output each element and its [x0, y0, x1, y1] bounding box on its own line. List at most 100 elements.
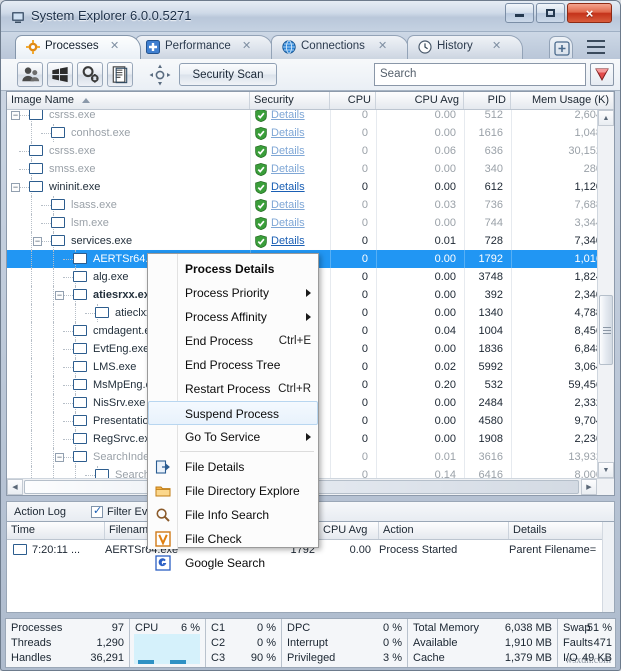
tab-close-icon[interactable]: ✕ [378, 41, 387, 52]
table-row[interactable]: lsass.exe Details 0 0.03 736 7,688 [7, 196, 598, 214]
menu-item-process-details[interactable]: Process Details [149, 257, 319, 281]
details-link[interactable]: Details [271, 110, 305, 124]
details-link[interactable]: Details [271, 142, 305, 160]
process-icon [51, 127, 65, 138]
menu-item-file-details[interactable]: File Details [149, 455, 319, 479]
scroll-thumb-vertical[interactable] [599, 295, 613, 365]
column-header-security[interactable]: Security [250, 92, 330, 109]
table-row[interactable]: csrss.exe Details 0 0.06 636 30,152 [7, 142, 598, 160]
process-icon [73, 379, 87, 390]
status-group-3: DPC 0 % Interrupt 0 % Privileged 3 % [282, 619, 408, 667]
filter-events-checkbox[interactable]: ✓ [91, 505, 103, 518]
process-list-vertical-scrollbar[interactable]: ▲ ▼ [597, 110, 614, 478]
process-icon [73, 415, 87, 426]
close-icon: × [585, 5, 594, 21]
details-link[interactable]: Details [271, 160, 305, 178]
column-header-pid[interactable]: PID [464, 92, 511, 109]
security-scan-button[interactable]: Security Scan [179, 63, 277, 86]
menu-item-label: Process Priority [185, 286, 270, 300]
checkmark-icon: ✓ [93, 505, 103, 517]
modules-button[interactable] [77, 62, 103, 87]
app-window: System Explorer 6.0.0.5271 × Processes ✕ P… [0, 0, 621, 671]
table-row[interactable]: − csrss.exe Details 0 0.00 512 2,604 [7, 110, 598, 124]
action-log-vertical-scrollbar[interactable] [602, 522, 614, 612]
menu-item-go-to-service[interactable]: Go To Service [149, 425, 319, 449]
tab-close-icon[interactable]: ✕ [242, 41, 251, 52]
status-label: C3 [211, 652, 226, 664]
column-header-mem-usage-k[interactable]: Mem Usage (K) [511, 92, 614, 109]
log-column-header-time[interactable]: Time [7, 522, 105, 539]
menu-button[interactable] [587, 40, 605, 54]
tab-close-icon[interactable]: ✕ [110, 41, 119, 52]
log-column-header-details[interactable]: Details [509, 522, 614, 539]
scroll-right-button[interactable]: ▶ [581, 479, 597, 495]
table-row[interactable]: smss.exe Details 0 0.00 340 280 [7, 160, 598, 178]
menu-item-process-priority[interactable]: Process Priority [149, 281, 319, 305]
status-value: 36,291 [90, 652, 124, 664]
tab-processes[interactable]: Processes ✕ [15, 35, 141, 59]
menu-item-end-process-tree[interactable]: End Process Tree [149, 353, 319, 377]
status-label: I/O [563, 652, 578, 664]
menu-item-end-process[interactable]: End Process Ctrl+E [149, 329, 319, 353]
log-column-header-action[interactable]: Action [379, 522, 509, 539]
table-row[interactable]: − services.exe Details 0 0.01 728 7,340 [7, 232, 598, 250]
menu-item-process-affinity[interactable]: Process Affinity [149, 305, 319, 329]
tab-performance[interactable]: Performance ✕ [135, 35, 273, 59]
tab-close-icon[interactable]: ✕ [492, 41, 501, 52]
tree-expander[interactable]: − [11, 111, 20, 120]
new-tab-button[interactable] [549, 36, 573, 58]
cell-pid: 1908 [478, 433, 503, 445]
details-link[interactable]: Details [271, 232, 305, 250]
cell-pid: 532 [484, 379, 503, 391]
details-link[interactable]: Details [271, 196, 305, 214]
users-button[interactable] [17, 62, 43, 87]
windows-button[interactable] [47, 62, 73, 87]
cell-cpu-avg: 0.01 [434, 235, 456, 247]
folder-icon [155, 483, 171, 499]
cell-pid: 3748 [478, 271, 503, 283]
scroll-down-button[interactable]: ▼ [598, 462, 614, 478]
log-column-header-cpu-avg[interactable]: CPU Avg [319, 522, 379, 539]
scroll-up-button[interactable]: ▲ [598, 110, 614, 126]
tab-history[interactable]: History ✕ [407, 35, 523, 59]
scroll-left-button[interactable]: ◀ [7, 479, 23, 495]
details-link[interactable]: Details [271, 214, 305, 232]
table-row[interactable]: lsm.exe Details 0 0.00 744 3,344 [7, 214, 598, 232]
status-label: Available [413, 637, 458, 649]
tree-expander[interactable]: − [33, 237, 42, 246]
details-link[interactable]: Details [271, 178, 305, 196]
details-button[interactable] [107, 62, 133, 87]
crosshair-icon[interactable] [149, 64, 171, 86]
cell-mem-usage: 6,848 [574, 343, 598, 355]
status-label: Handles [11, 652, 52, 664]
menu-item-file-directory-explore[interactable]: File Directory Explore [149, 479, 319, 503]
close-button[interactable]: × [567, 3, 612, 23]
menu-item-google-search[interactable]: Google Search [149, 551, 319, 575]
table-row[interactable]: − wininit.exe Details 0 0.00 612 1,120 [7, 178, 598, 196]
menu-item-suspend-process[interactable]: Suspend Process [148, 401, 318, 425]
tree-expander[interactable]: − [55, 453, 64, 462]
column-header-image-name[interactable]: Image Name [7, 92, 250, 109]
process-icon [73, 451, 87, 462]
column-header-cpu-avg[interactable]: CPU Avg [376, 92, 464, 109]
status-label: C2 [211, 637, 226, 649]
process-name: csrss.exe [49, 110, 96, 121]
search-button[interactable] [590, 63, 614, 86]
menu-item-file-info-search[interactable]: File Info Search [149, 503, 319, 527]
tree-expander[interactable]: − [11, 183, 20, 192]
maximize-button[interactable] [536, 3, 565, 23]
menu-item-file-check[interactable]: File Check [149, 527, 319, 551]
cell-pid: 6416 [478, 469, 503, 478]
minimize-button[interactable] [505, 3, 534, 23]
tab-connections[interactable]: Connections ✕ [271, 35, 409, 59]
cell-cpu-avg: 0.14 [434, 469, 456, 478]
table-row[interactable]: conhost.exe Details 0 0.00 1616 1,048 [7, 124, 598, 142]
column-header-cpu[interactable]: CPU [330, 92, 376, 109]
cell-pid: 1792 [478, 253, 503, 265]
menu-item-restart-process[interactable]: Restart Process Ctrl+R [149, 377, 319, 401]
menu-item-label: File Details [185, 460, 245, 474]
details-link[interactable]: Details [271, 124, 305, 142]
log-cell-cpuavg: 0.00 [349, 544, 371, 556]
search-input[interactable]: Search [374, 63, 586, 86]
tree-expander[interactable]: − [55, 291, 64, 300]
